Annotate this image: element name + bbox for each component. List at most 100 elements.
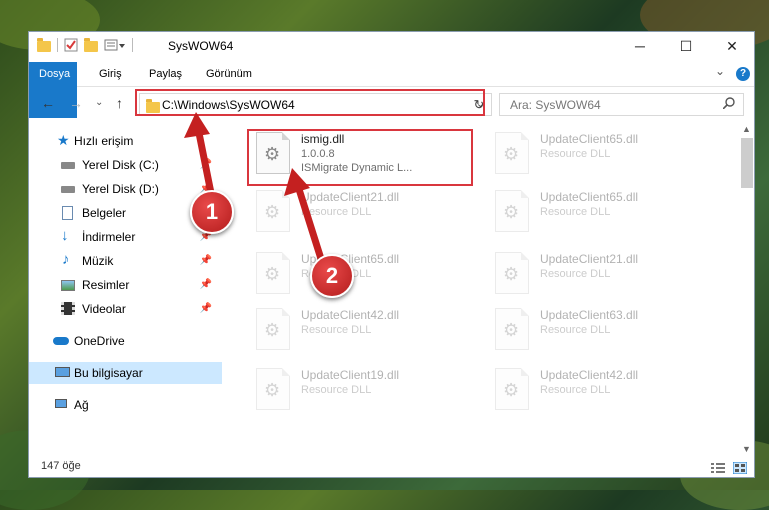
sidebar-item-pictures[interactable]: Resimler 📌 (29, 274, 222, 296)
toolbar-divider (57, 38, 58, 52)
item-count: 147 öğe (41, 460, 81, 472)
refresh-button[interactable]: ↻ (470, 96, 488, 114)
gear-icon: ⚙ (264, 264, 281, 284)
status-bar: 147 öğe (29, 456, 754, 477)
file-item[interactable]: ⚙ UpdateClient65.dll Resource DLL (487, 124, 717, 180)
scrollbar-thumb[interactable] (741, 138, 753, 188)
vertical-scrollbar[interactable]: ▲ ▼ (739, 124, 754, 454)
file-name: UpdateClient21.dll (301, 190, 400, 204)
sidebar-item-label: Belgeler (82, 206, 127, 220)
close-button[interactable]: ✕ (709, 32, 754, 60)
file-item[interactable]: ⚙ UpdateClient63.dll Resource DLL (487, 300, 717, 356)
sidebar-item-label: İndirmeler (82, 230, 136, 244)
file-type: Resource DLL (301, 384, 372, 396)
sidebar-item-label: Ağ (74, 398, 89, 412)
sidebar-item-network[interactable]: Ağ (29, 394, 222, 416)
sidebar-item-music[interactable]: ♪ Müzik 📌 (29, 250, 222, 272)
document-icon (62, 206, 73, 220)
explorer-window: SysWOW64 ─ ☐ ✕ Dosya Giriş Paylaş Görünü… (28, 31, 755, 478)
file-name: UpdateClient65.dll (540, 190, 639, 204)
recent-locations-button[interactable]: ⌄ (95, 97, 103, 108)
file-type: Resource DLL (301, 206, 372, 218)
pin-icon: 📌 (199, 303, 212, 314)
dll-file-icon: ⚙ (495, 308, 529, 350)
details-view-icon[interactable] (711, 462, 725, 474)
search-input[interactable]: Ara: SysWOW64 (499, 93, 744, 116)
file-item[interactable]: ⚙ UpdateClient42.dll Resource DLL (487, 360, 717, 416)
dll-file-icon: ⚙ (495, 132, 529, 174)
file-item[interactable]: ⚙ UpdateClient65.dll Resource DLL (487, 182, 717, 238)
sidebar-item-videos[interactable]: Videolar 📌 (29, 298, 222, 320)
back-button[interactable]: ← (41, 95, 55, 111)
cloud-icon (53, 337, 69, 345)
file-name: UpdateClient19.dll (301, 368, 400, 382)
sidebar-item-label: Yerel Disk (C:) (82, 158, 159, 172)
tab-home[interactable]: Giriş (89, 62, 132, 86)
ribbon-collapse-icon[interactable]: ⌄ (715, 64, 725, 78)
gear-icon: ⚙ (503, 202, 520, 222)
sidebar-item-downloads[interactable]: ↓ İndirmeler 📌 (29, 226, 222, 248)
minimize-button[interactable]: ─ (617, 32, 663, 60)
folder-icon (37, 37, 51, 52)
tab-share[interactable]: Paylaş (139, 62, 192, 86)
search-icon[interactable] (723, 97, 735, 109)
gear-icon: ⚙ (503, 144, 520, 164)
video-icon (61, 302, 75, 315)
gear-icon: ⚙ (264, 380, 281, 400)
forward-button[interactable]: → (69, 95, 83, 111)
file-item[interactable]: ⚙ UpdateClient65.dll Resource DLL (248, 244, 478, 300)
network-icon (55, 399, 67, 408)
sidebar-item-this-pc[interactable]: Bu bilgisayar (29, 362, 222, 384)
file-item[interactable]: ⚙ UpdateClient42.dll Resource DLL (248, 300, 478, 356)
properties-icon[interactable] (64, 38, 78, 52)
file-highlight-box (247, 129, 473, 186)
customize-toolbar-icon[interactable] (104, 38, 126, 52)
file-type: Resource DLL (540, 206, 611, 218)
gear-icon: ⚙ (264, 202, 281, 222)
sidebar-item-label: Videolar (82, 302, 126, 316)
sidebar-item-local-disk-c[interactable]: Yerel Disk (C:) 📌 (29, 154, 222, 176)
dll-file-icon: ⚙ (256, 368, 290, 410)
title-bar: SysWOW64 ─ ☐ ✕ (29, 32, 754, 60)
download-icon: ↓ (61, 227, 69, 244)
window-title: SysWOW64 (168, 39, 234, 53)
navigation-bar: ← → ⌄ ↑ C:\Windows\SysWOW64 ⌄ ↻ Ara: Sys… (29, 88, 754, 118)
help-icon[interactable]: ? (736, 67, 750, 81)
drive-icon (61, 162, 75, 169)
sidebar-item-label: Resimler (82, 278, 130, 292)
file-name: UpdateClient42.dll (301, 308, 400, 322)
new-folder-icon[interactable] (84, 37, 98, 52)
quick-access-toolbar (37, 37, 133, 52)
dll-file-icon: ⚙ (256, 252, 290, 294)
file-name: UpdateClient42.dll (540, 368, 639, 382)
gear-icon: ⚙ (503, 320, 520, 340)
sidebar-item-local-disk-d[interactable]: Yerel Disk (D:) 📌 (29, 178, 222, 200)
tiles-view-icon[interactable] (733, 462, 747, 474)
sidebar-item-onedrive[interactable]: OneDrive (29, 330, 222, 352)
pin-icon: 📌 (199, 159, 212, 170)
file-item[interactable]: ⚙ UpdateClient21.dll Resource DLL (487, 244, 717, 300)
star-icon: ★ (57, 132, 70, 148)
file-item[interactable]: ⚙ UpdateClient21.dll Resource DLL (248, 182, 478, 238)
dll-file-icon: ⚙ (495, 190, 529, 232)
up-button[interactable]: ↑ (116, 95, 123, 111)
computer-icon (55, 367, 70, 377)
callout-2: 2 (310, 254, 354, 298)
callout-1: 1 (190, 190, 234, 234)
file-type: Resource DLL (301, 324, 372, 336)
music-icon: ♪ (62, 251, 70, 268)
picture-icon (61, 280, 75, 291)
maximize-button[interactable]: ☐ (663, 32, 709, 60)
sidebar-item-label: Bu bilgisayar (74, 366, 143, 380)
file-item[interactable]: ⚙ UpdateClient19.dll Resource DLL (248, 360, 478, 416)
scroll-up-icon[interactable]: ▲ (742, 124, 751, 134)
file-type: Resource DLL (540, 384, 611, 396)
gear-icon: ⚙ (503, 380, 520, 400)
dll-file-icon: ⚙ (256, 308, 290, 350)
sidebar-item-label: Yerel Disk (D:) (82, 182, 159, 196)
tab-view[interactable]: Görünüm (196, 62, 262, 86)
file-name: UpdateClient65.dll (540, 132, 639, 146)
scroll-down-icon[interactable]: ▼ (742, 444, 751, 454)
sidebar-item-quick-access[interactable]: ★ Hızlı erişim (29, 130, 222, 152)
file-type: Resource DLL (540, 148, 611, 160)
